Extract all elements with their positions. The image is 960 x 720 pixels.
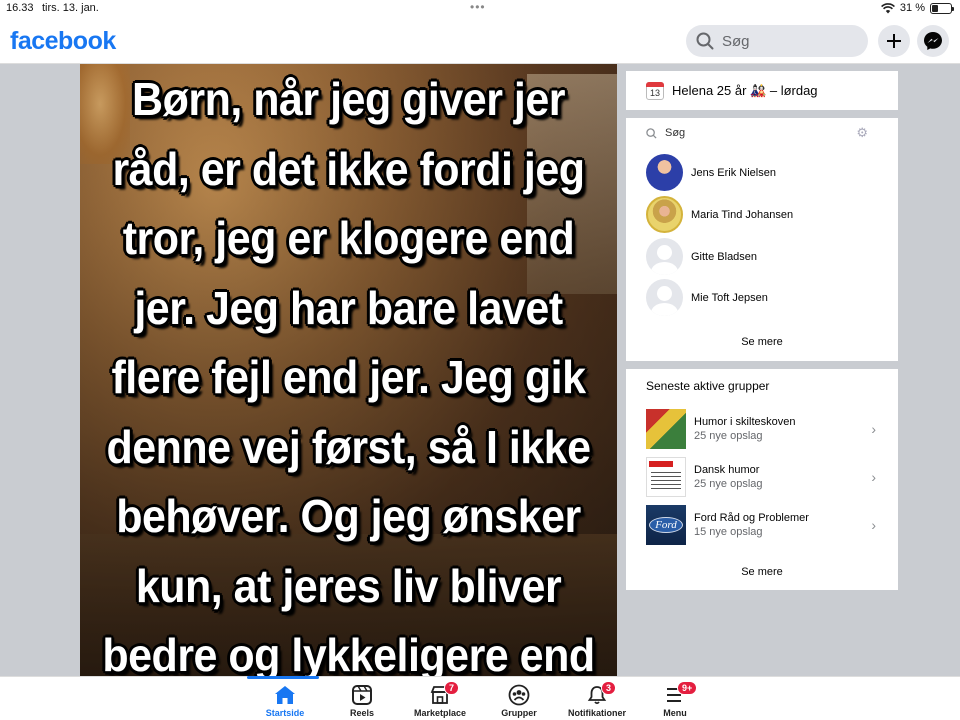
group-name: Humor i skilteskoven bbox=[694, 416, 796, 428]
nav-label: Startside bbox=[265, 708, 305, 718]
group-name: Ford Råd og Problemer bbox=[694, 512, 809, 524]
groups-see-more-button[interactable]: Se mere bbox=[626, 566, 898, 578]
top-header: facebook bbox=[0, 18, 960, 64]
avatar bbox=[646, 279, 683, 316]
avatar bbox=[646, 196, 683, 233]
group-thumbnail: Ford bbox=[646, 505, 686, 545]
messenger-button[interactable] bbox=[917, 25, 949, 57]
wifi-icon bbox=[880, 2, 895, 13]
status-bar: 16.33 tirs. 13. jan. ••• 31 % bbox=[0, 0, 960, 18]
group-new-posts: 15 nye opslag bbox=[694, 526, 763, 538]
quote-line: tror, jeg er klogere end bbox=[122, 213, 575, 265]
chevron-right-icon: › bbox=[871, 517, 876, 533]
notification-badge: 9+ bbox=[677, 681, 698, 695]
nav-label: Marketplace bbox=[413, 708, 467, 718]
battery-percentage: 31 % bbox=[899, 2, 925, 14]
group-thumbnail bbox=[646, 457, 686, 497]
nav-label: Notifikationer bbox=[567, 708, 626, 718]
nav-home[interactable]: Startside bbox=[245, 676, 325, 720]
group-thumbnail bbox=[646, 409, 686, 449]
groups-heading: Seneste aktive grupper bbox=[646, 379, 770, 393]
quote-line: råd, er det ikke fordi jeg bbox=[112, 143, 585, 196]
group-name: Dansk humor bbox=[694, 464, 760, 476]
plus-icon bbox=[887, 34, 901, 48]
group-new-posts: 25 nye opslag bbox=[694, 430, 763, 442]
nav-groups[interactable]: Grupper bbox=[479, 677, 559, 720]
contacts-search-placeholder: Søg bbox=[665, 127, 686, 139]
facebook-logo[interactable]: facebook bbox=[10, 27, 116, 56]
avatar bbox=[646, 238, 683, 275]
nav-reels[interactable]: Reels bbox=[322, 677, 402, 720]
quote-line: kun, at jeres liv bliver bbox=[135, 560, 562, 613]
nav-label: Menu bbox=[663, 708, 687, 718]
nav-marketplace[interactable]: 7 Marketplace bbox=[400, 677, 480, 720]
bottom-navigation: Startside Reels 7 Marketplace Grupper 3 … bbox=[0, 676, 960, 720]
battery-icon bbox=[930, 2, 954, 14]
multitasking-dots-icon[interactable]: ••• bbox=[470, 0, 486, 14]
groups-icon bbox=[507, 684, 531, 706]
post-image[interactable]: Børn, når jeg giver jer råd, er det ikke… bbox=[80, 64, 617, 676]
group-item[interactable]: Ford Ford Råd og Problemer 15 nye opslag… bbox=[646, 505, 876, 545]
contacts-card: Søg ⚙ Jens Erik Nielsen Maria Tind Johan… bbox=[626, 118, 898, 361]
search-icon bbox=[696, 32, 714, 50]
home-icon bbox=[273, 684, 297, 706]
quote-line: Børn, når jeg giver jer bbox=[132, 74, 565, 126]
search-bar[interactable] bbox=[686, 25, 868, 57]
quote-line: flere fejl end jer. Jeg gik bbox=[111, 352, 586, 404]
nav-menu[interactable]: 9+ Menu bbox=[635, 677, 715, 720]
contact-name: Mie Toft Jepsen bbox=[691, 291, 768, 304]
create-button[interactable] bbox=[878, 25, 910, 57]
ford-logo: Ford bbox=[649, 517, 683, 533]
date: tirs. 13. jan. bbox=[42, 2, 99, 14]
birthday-text: Helena 25 år 🎎 – lørdag bbox=[672, 82, 818, 98]
clock: 16.33 bbox=[6, 2, 34, 14]
contacts-search[interactable]: Søg bbox=[646, 127, 685, 139]
avatar bbox=[646, 154, 683, 191]
contact-item[interactable]: Mie Toft Jepsen bbox=[646, 279, 768, 316]
contact-item[interactable]: Maria Tind Johansen bbox=[646, 196, 793, 233]
notification-badge: 3 bbox=[601, 681, 617, 695]
group-item[interactable]: Dansk humor 25 nye opslag › bbox=[646, 457, 876, 497]
chevron-right-icon: › bbox=[871, 421, 876, 437]
contact-name: Maria Tind Johansen bbox=[691, 208, 794, 221]
contacts-see-more-button[interactable]: Se mere bbox=[626, 336, 898, 348]
contact-name: Jens Erik Nielsen bbox=[691, 166, 776, 179]
birthday-card[interactable]: 13 Helena 25 år 🎎 – lørdag bbox=[626, 71, 898, 110]
contact-item[interactable]: Gitte Bladsen bbox=[646, 238, 757, 275]
chevron-right-icon: › bbox=[871, 469, 876, 485]
gear-icon[interactable]: ⚙ bbox=[856, 125, 868, 141]
notification-badge: 7 bbox=[444, 681, 460, 695]
calendar-icon: 13 bbox=[646, 81, 664, 100]
contact-name: Gitte Bladsen bbox=[691, 250, 758, 263]
nav-label: Grupper bbox=[501, 708, 537, 718]
quote-line: bedre og lykkeligere end bbox=[102, 630, 595, 676]
group-item[interactable]: Humor i skilteskoven 25 nye opslag › bbox=[646, 409, 876, 449]
post-quote: Børn, når jeg giver jer råd, er det ikke… bbox=[80, 64, 617, 676]
messenger-icon bbox=[924, 32, 942, 50]
quote-line: denne vej først, så I ikke bbox=[106, 421, 591, 474]
reels-icon bbox=[350, 684, 374, 706]
recent-groups-card: Seneste aktive grupper Humor i skiltesko… bbox=[626, 369, 898, 590]
search-input[interactable] bbox=[722, 32, 852, 50]
search-icon bbox=[646, 127, 657, 139]
quote-line: behøver. Og jeg ønsker bbox=[116, 491, 581, 543]
group-new-posts: 25 nye opslag bbox=[694, 478, 763, 490]
contact-item[interactable]: Jens Erik Nielsen bbox=[646, 154, 776, 191]
nav-label: Reels bbox=[349, 708, 375, 718]
nav-notifications[interactable]: 3 Notifikationer bbox=[557, 677, 637, 720]
quote-line: jer. Jeg har bare lavet bbox=[134, 282, 563, 335]
